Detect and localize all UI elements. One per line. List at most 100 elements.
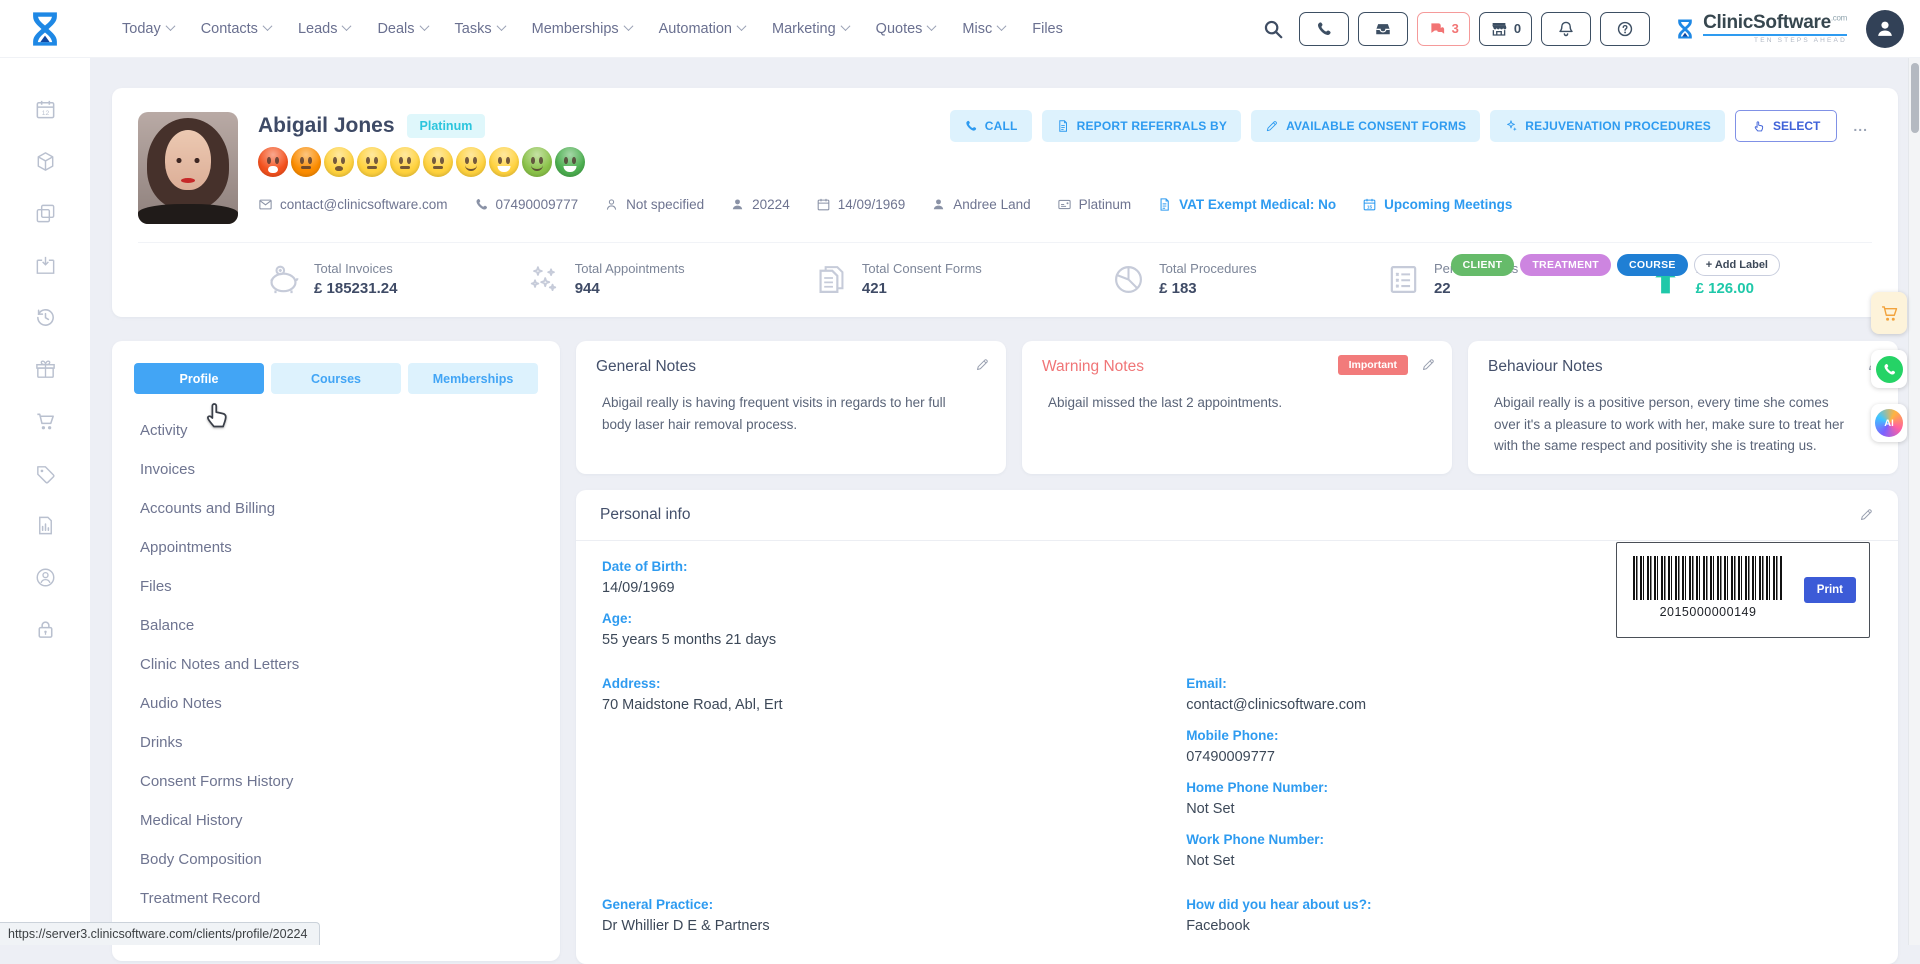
client-action-button[interactable]: AVAILABLE CONSENT FORMS xyxy=(1251,110,1480,142)
tier-badge: Platinum xyxy=(407,114,486,138)
client-label[interactable]: CLIENT xyxy=(1451,254,1515,276)
edit-icon[interactable] xyxy=(1421,357,1436,372)
tab[interactable]: Profile xyxy=(134,363,264,394)
mood-emoji[interactable] xyxy=(390,147,420,177)
nav-item[interactable]: Marketing xyxy=(772,21,849,37)
contact-item[interactable]: VAT Exempt Medical: No xyxy=(1157,197,1336,212)
add-label-button[interactable]: + Add Label xyxy=(1694,254,1780,276)
mood-emoji[interactable] xyxy=(357,147,387,177)
nav-item[interactable]: Misc xyxy=(962,21,1005,37)
notifications-button[interactable] xyxy=(1541,12,1591,46)
client-action-button[interactable]: CALL xyxy=(950,110,1032,142)
contact-item[interactable]: 20224 xyxy=(730,197,790,212)
mood-emoji[interactable] xyxy=(456,147,486,177)
nav-item[interactable]: Quotes xyxy=(876,21,936,37)
mood-emoji[interactable] xyxy=(423,147,453,177)
whatsapp-icon xyxy=(1876,356,1903,383)
tag-icon[interactable] xyxy=(34,462,57,490)
mood-emoji[interactable] xyxy=(291,147,321,177)
pos-button[interactable]: 0 xyxy=(1479,12,1532,46)
user-icon[interactable] xyxy=(34,566,57,594)
ai-widget[interactable]: AI xyxy=(1871,404,1907,442)
inbox-icon xyxy=(1374,20,1392,38)
menu-item[interactable]: Appointments xyxy=(140,539,538,556)
report-icon[interactable] xyxy=(34,514,57,542)
history-icon[interactable] xyxy=(34,306,57,334)
messages-count: 3 xyxy=(1452,21,1459,36)
select-button[interactable]: SELECT xyxy=(1735,110,1837,142)
labels-row: CLIENT TREATMENT COURSE + Add Label xyxy=(1451,254,1780,276)
contact-item[interactable]: Upcoming Meetings xyxy=(1362,197,1512,212)
stat-item: Total Procedures £ 183 xyxy=(1111,261,1257,297)
menu-item[interactable]: Balance xyxy=(140,617,538,634)
client-menu: Activity Invoices Accounts and Billing A… xyxy=(134,422,538,946)
nav-item[interactable]: Files xyxy=(1032,21,1063,37)
mood-emoji[interactable] xyxy=(489,147,519,177)
dialer-button[interactable] xyxy=(1299,12,1349,46)
more-options-button[interactable]: ... xyxy=(1847,114,1874,138)
scrollbar-track[interactable] xyxy=(1908,58,1920,945)
menu-item[interactable]: Accounts and Billing xyxy=(140,500,538,517)
nav-item[interactable]: Deals xyxy=(377,21,427,37)
cart-icon[interactable] xyxy=(34,410,57,438)
cart-widget[interactable] xyxy=(1871,292,1907,334)
print-button[interactable]: Print xyxy=(1804,577,1856,603)
email-value: contact@clinicsoftware.com xyxy=(1186,697,1872,713)
scrollbar-thumb[interactable] xyxy=(1911,63,1919,133)
client-label[interactable]: COURSE xyxy=(1617,254,1688,276)
inbox-button[interactable] xyxy=(1358,12,1408,46)
contact-item[interactable]: contact@clinicsoftware.com xyxy=(258,197,448,212)
package-icon[interactable] xyxy=(34,150,57,178)
menu-item[interactable]: Files xyxy=(140,578,538,595)
messages-button[interactable]: 3 xyxy=(1417,12,1470,46)
client-label[interactable]: TREATMENT xyxy=(1520,254,1611,276)
contact-item[interactable]: Platinum xyxy=(1057,197,1132,212)
bell-icon xyxy=(1557,20,1575,38)
edit-icon[interactable] xyxy=(975,357,990,372)
menu-item[interactable]: Invoices xyxy=(140,461,538,478)
nav-item[interactable]: Contacts xyxy=(201,21,271,37)
copy-icon[interactable] xyxy=(34,202,57,230)
nav-item[interactable]: Memberships xyxy=(532,21,632,37)
menu-item[interactable]: Medical History xyxy=(140,812,538,829)
mood-emoji[interactable] xyxy=(258,147,288,177)
menu-item[interactable]: Treatment Record xyxy=(140,890,538,907)
chevron-down-icon xyxy=(927,21,937,31)
client-action-button[interactable]: REJUVENATION PROCEDURES xyxy=(1490,110,1725,142)
avatar[interactable] xyxy=(1866,10,1904,48)
lock-icon[interactable] xyxy=(34,618,57,646)
nav-item[interactable]: Automation xyxy=(659,21,745,37)
menu-item[interactable]: Consent Forms History xyxy=(140,773,538,790)
nav-item[interactable]: Tasks xyxy=(455,21,505,37)
tab[interactable]: Memberships xyxy=(408,363,538,394)
contact-item[interactable]: 14/09/1969 xyxy=(816,197,906,212)
menu-item[interactable]: Activity xyxy=(140,422,538,439)
chevron-down-icon xyxy=(737,21,747,31)
menu-item[interactable]: Body Composition xyxy=(140,851,538,868)
important-badge: Important xyxy=(1338,355,1408,375)
client-action-button[interactable]: REPORT REFERRALS BY xyxy=(1042,110,1241,142)
mobile-value: 07490009777 xyxy=(1186,749,1872,765)
contact-item[interactable]: Andree Land xyxy=(931,197,1030,212)
gift-icon[interactable] xyxy=(34,358,57,386)
contact-item[interactable]: Not specified xyxy=(604,197,704,212)
contact-item[interactable]: 07490009777 xyxy=(474,197,579,212)
menu-item[interactable]: Clinic Notes and Letters xyxy=(140,656,538,673)
mobile-label: Mobile Phone: xyxy=(1186,728,1872,743)
search-icon[interactable] xyxy=(1262,18,1284,40)
mood-emoji[interactable] xyxy=(555,147,585,177)
menu-item[interactable]: Audio Notes xyxy=(140,695,538,712)
whatsapp-widget[interactable] xyxy=(1871,350,1907,388)
nav-item[interactable]: Today xyxy=(122,21,174,37)
mood-emoji[interactable] xyxy=(324,147,354,177)
nav-item[interactable]: Leads xyxy=(298,21,351,37)
mood-emoji[interactable] xyxy=(522,147,552,177)
calendar-download-icon[interactable] xyxy=(34,254,57,282)
chevron-down-icon xyxy=(262,21,272,31)
edit-icon[interactable] xyxy=(1859,507,1874,522)
menu-item[interactable]: Drinks xyxy=(140,734,538,751)
help-button[interactable] xyxy=(1600,12,1650,46)
calendar-icon[interactable] xyxy=(34,98,57,126)
tab[interactable]: Courses xyxy=(271,363,401,394)
chevron-down-icon xyxy=(840,21,850,31)
